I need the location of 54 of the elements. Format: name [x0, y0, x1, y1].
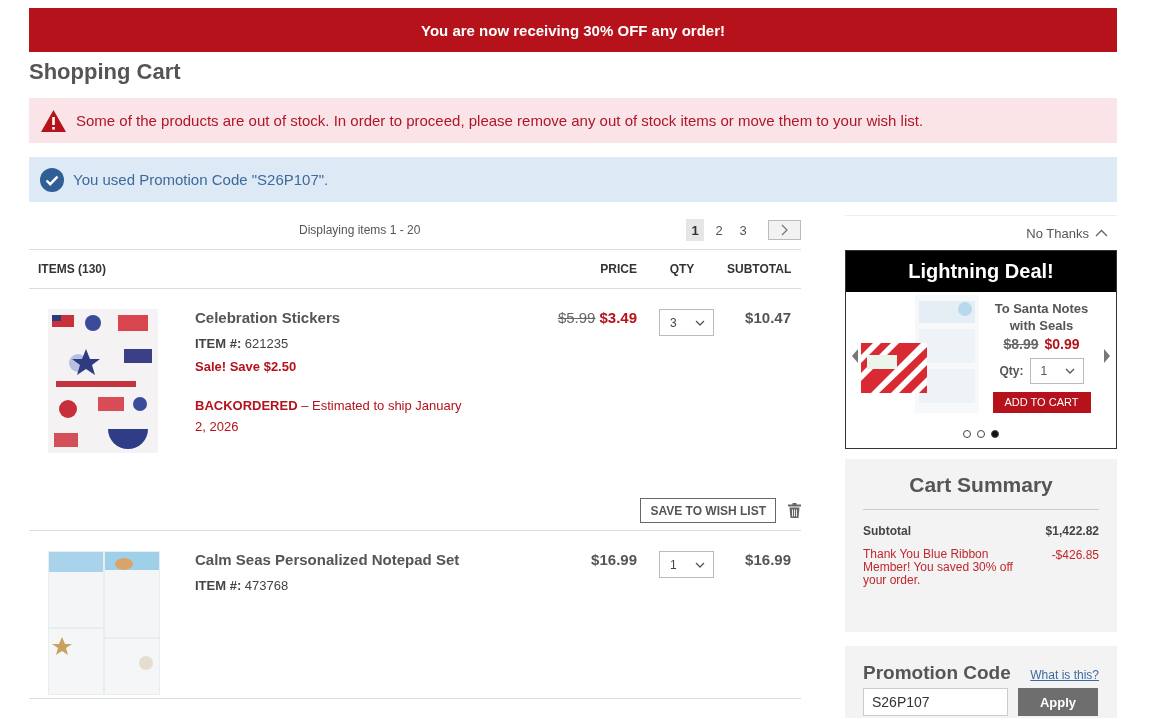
cart-summary-title: Cart Summary	[863, 473, 1099, 510]
item-number: ITEM #: 473768	[195, 578, 290, 593]
pagination-summary: Displaying items 1 - 20	[299, 223, 422, 237]
product-name[interactable]: Celebration Stickers	[195, 309, 521, 326]
item-number: ITEM #: 621235	[195, 336, 290, 351]
summary-label: Thank You Blue Ribbon Member! You saved 30% off your order.	[863, 548, 1014, 587]
no-thanks-link[interactable]: No Thanks	[1026, 225, 1089, 241]
help-link[interactable]: What is this?	[1030, 668, 1099, 682]
column-header: QTY	[668, 262, 696, 276]
original-price: $5.99	[557, 309, 596, 326]
previous-arrow-icon[interactable]	[852, 349, 858, 363]
promotion-title: Promotion Code	[863, 662, 1011, 684]
add-to-cart-button[interactable]: ADD TO CART	[992, 391, 1091, 413]
sale-note: Sale! Save $2.50	[195, 359, 298, 374]
unit-price: $16.99	[591, 551, 637, 568]
sale-price: $3.49	[599, 309, 637, 326]
column-header: ITEMS (130)	[37, 262, 107, 276]
product-name[interactable]: Calm Seas Personalized Notepad Set	[195, 551, 521, 568]
save-to-wish-list-button[interactable]: SAVE TO WISH LIST	[640, 498, 776, 523]
deal-title: Lightning Deal!	[846, 251, 1116, 292]
qty-label: Qty:	[999, 363, 1024, 378]
chevron-down-icon	[1064, 367, 1075, 374]
alert-message: Some of the products are out of stock. In order to proceed, please remove any out of stock items or move them to your wish list.	[76, 112, 924, 129]
summary-amount: -$426.85	[1051, 548, 1099, 564]
column-header: SUBTOTAL	[727, 262, 791, 276]
next-arrow-icon[interactable]	[1104, 349, 1110, 363]
page-link[interactable]: 3	[734, 219, 752, 241]
chevron-down-icon	[695, 561, 705, 568]
promo-banner: You are now receiving 30% OFF any order!	[29, 8, 1117, 52]
qty-select[interactable]: 1	[1029, 357, 1084, 384]
chevron-down-icon	[695, 319, 705, 326]
column-header: PRICE	[599, 262, 637, 276]
summary-amount: $1,422.82	[1045, 524, 1099, 538]
page-link[interactable]: 1	[686, 219, 704, 241]
page-link[interactable]: 2	[710, 219, 728, 241]
stock-status: BACKORDERED – Estimated to ship January 2, 2026	[195, 397, 463, 436]
page-title: Shopping Cart	[29, 58, 182, 86]
apply-button[interactable]: Apply	[1018, 688, 1098, 716]
summary-label: Subtotal	[863, 524, 911, 538]
carousel-dot[interactable]	[991, 430, 999, 438]
original-price: $8.99	[1003, 335, 1039, 352]
qty-select[interactable]: 3	[659, 309, 714, 336]
line-subtotal: $16.99	[744, 551, 791, 570]
alert-message: You used Promotion Code "S26P107".	[73, 171, 329, 188]
promo-code-field[interactable]: S26P107	[863, 688, 1008, 716]
chevron-up-icon[interactable]	[1095, 229, 1108, 237]
deal-price: $0.99	[1044, 335, 1080, 352]
line-subtotal: $10.47	[744, 309, 791, 328]
warning-icon	[40, 108, 67, 133]
trash-icon[interactable]	[788, 503, 801, 518]
check-circle-icon	[40, 167, 64, 192]
deal-product-name[interactable]: To Santa Notes with Seals	[991, 299, 1092, 334]
qty-select[interactable]: 1	[659, 551, 714, 578]
chevron-right-icon	[781, 224, 788, 236]
